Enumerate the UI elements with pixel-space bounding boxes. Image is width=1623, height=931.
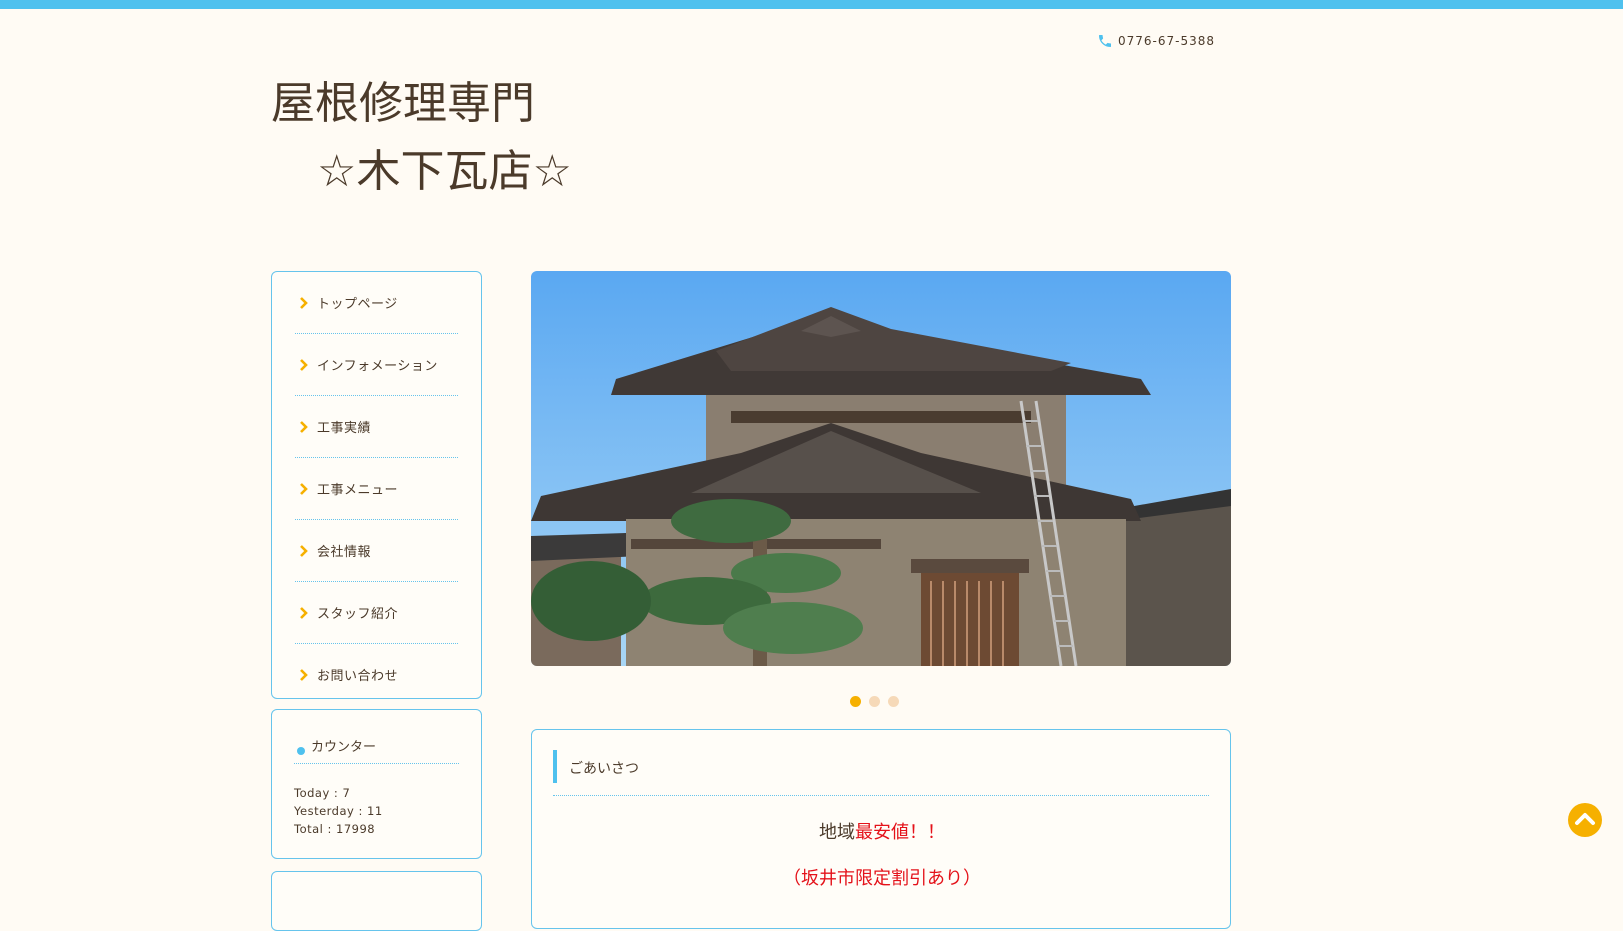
greeting-heading-text: ごあいさつ: [569, 761, 639, 777]
chevron-right-icon: [300, 668, 308, 681]
nav-item-label: 工事メニュー: [317, 483, 399, 498]
counter-heading: カウンター: [294, 710, 459, 764]
sidebar-widget-3: [271, 871, 482, 931]
bullet-dot-icon: [297, 747, 305, 755]
chevron-right-icon: [300, 606, 308, 619]
hero-slider-image[interactable]: [531, 271, 1231, 666]
nav-item-label: トップページ: [317, 297, 398, 312]
slider-dots: [850, 696, 899, 707]
nav-item-information[interactable]: インフォメーション: [295, 334, 458, 396]
counter-yesterday: Yesterday : 11: [294, 804, 383, 818]
nav-item-label: スタッフ紹介: [317, 607, 399, 622]
sidebar-nav: トップページ インフォメーション 工事実績 工事メニュー 会社情報 スタッフ紹介…: [271, 271, 482, 699]
slider-dot-1[interactable]: [850, 696, 861, 707]
counter-widget: カウンター Today : 7 Yesterday : 11 Total : 1…: [271, 709, 482, 859]
nav-item-label: インフォメーション: [317, 359, 438, 374]
greeting-line2: （坂井市限定割引あり）: [783, 868, 981, 889]
greeting-line1: 地域最安値！！: [532, 818, 1232, 844]
site-title[interactable]: 屋根修理専門 ☆木下瓦店☆: [271, 70, 572, 206]
nav-item-staff[interactable]: スタッフ紹介: [295, 582, 458, 644]
chevron-right-icon: [300, 296, 308, 309]
counter-total: Total : 17998: [294, 822, 376, 836]
nav-item-contact[interactable]: お問い合わせ: [295, 644, 458, 705]
chevron-right-icon: [300, 482, 308, 495]
slider-dot-3[interactable]: [888, 696, 899, 707]
greeting-line1-highlight: 最安値！！: [855, 822, 945, 843]
counter-heading-text: カウンター: [311, 740, 377, 755]
nav-item-label: 工事実績: [317, 421, 372, 436]
chevron-right-icon: [300, 358, 308, 371]
greeting-line1-prefix: 地域: [819, 822, 855, 843]
nav-item-menu[interactable]: 工事メニュー: [295, 458, 458, 520]
nav-item-company[interactable]: 会社情報: [295, 520, 458, 582]
nav-item-label: お問い合わせ: [317, 669, 399, 684]
house-photo: [531, 271, 1231, 666]
nav-item-top-page[interactable]: トップページ: [295, 272, 458, 334]
phone-icon: [1099, 35, 1111, 47]
nav-item-works[interactable]: 工事実績: [295, 396, 458, 458]
counter-today: Today : 7: [294, 786, 351, 800]
site-title-line1: 屋根修理専門: [271, 78, 535, 129]
slider-dot-2[interactable]: [869, 696, 880, 707]
scroll-to-top-button[interactable]: [1568, 803, 1602, 837]
heading-accent-bar: [553, 750, 557, 783]
chevron-right-icon: [300, 420, 308, 433]
site-title-line2: ☆木下瓦店☆: [317, 146, 572, 197]
chevron-right-icon: [300, 544, 308, 557]
greeting-section: ごあいさつ 地域最安値！！ （坂井市限定割引あり）: [531, 729, 1231, 929]
greeting-heading: ごあいさつ: [553, 750, 1209, 796]
nav-item-label: 会社情報: [317, 545, 372, 560]
phone-number-text: 0776-67-5388: [1118, 34, 1216, 48]
phone-number[interactable]: 0776-67-5388: [1097, 33, 1215, 49]
top-accent-bar: [0, 0, 1623, 9]
chevron-up-icon: [1575, 813, 1595, 825]
